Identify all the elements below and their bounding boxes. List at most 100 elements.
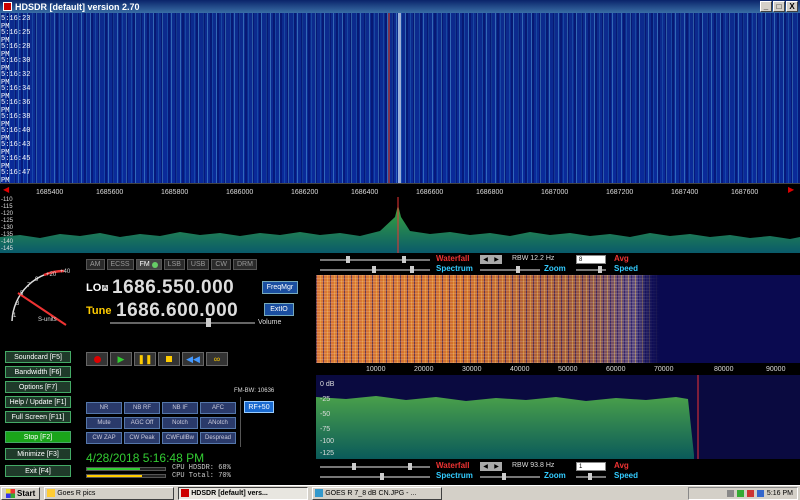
- record-button[interactable]: [86, 352, 108, 366]
- cw-fullbw-button[interactable]: CWFullBw: [162, 432, 198, 444]
- nb-if-button[interactable]: NB IF: [162, 402, 198, 414]
- af-spectrum[interactable]: 0 dB -25 -50 -75 -100 -125: [316, 375, 800, 459]
- af-db-label: -25: [320, 396, 331, 403]
- bandwidth-button[interactable]: Bandwidth [F6]: [5, 366, 71, 378]
- mode-drm-button[interactable]: DRM: [232, 259, 257, 270]
- slider-thumb[interactable]: [598, 266, 602, 273]
- af-zoom-slider[interactable]: [480, 476, 540, 478]
- exit-button[interactable]: Exit [F4]: [5, 465, 71, 477]
- slider-thumb[interactable]: [502, 473, 506, 480]
- volume-slider-track[interactable]: [110, 322, 255, 324]
- start-button[interactable]: Start: [1, 486, 41, 500]
- af-waterfall-slider[interactable]: [320, 466, 430, 468]
- pause-button[interactable]: ❚❚: [134, 352, 156, 366]
- frequency-ruler[interactable]: ◀ ▶ 1685400 1685600 1685800 1686000 1686…: [0, 183, 800, 197]
- waterfall-contrast-slider[interactable]: [320, 259, 430, 261]
- rf-spectrum[interactable]: -110 -115 -120 -125 -130 -135 -140 -145: [0, 197, 800, 253]
- mute-button[interactable]: Mute: [86, 417, 122, 429]
- af-waterfall-arrows[interactable]: ◀ ▶: [480, 462, 502, 471]
- slider-thumb[interactable]: [352, 463, 356, 470]
- db-label: -130: [1, 225, 14, 231]
- slider-thumb[interactable]: [410, 266, 414, 273]
- tray-clock[interactable]: 5:16 PM: [767, 490, 793, 497]
- af-waterfall-label: Waterfall: [436, 461, 470, 470]
- lo-badge[interactable]: A: [102, 285, 109, 291]
- af-waterfall[interactable]: [316, 275, 800, 363]
- tray-network-icon[interactable]: [726, 490, 734, 497]
- agc-off-button[interactable]: AGC Off: [124, 417, 160, 429]
- left-arrow-icon[interactable]: ◀: [483, 463, 488, 470]
- zoom-slider[interactable]: [480, 269, 540, 271]
- scroll-left-icon[interactable]: ◀: [3, 185, 9, 194]
- taskbar-item-goes-r-pics[interactable]: Goes R pics: [44, 486, 175, 500]
- left-arrow-icon[interactable]: ◀: [483, 256, 488, 263]
- tune-frequency[interactable]: 1686.600.000: [116, 300, 238, 322]
- af-spectrum-slider[interactable]: [320, 476, 430, 478]
- af-tick-label: 70000: [654, 366, 674, 373]
- waterfall-arrows[interactable]: ◀ ▶: [480, 255, 502, 264]
- cw-peak-button[interactable]: CW Peak: [124, 432, 160, 444]
- stop-playback-button[interactable]: [158, 352, 180, 366]
- cpu-total-bar: [86, 474, 166, 478]
- mode-ecss-button[interactable]: ECSS: [106, 259, 134, 270]
- cw-zap-button[interactable]: CW ZAP: [86, 432, 122, 444]
- minimize-button[interactable]: _: [760, 1, 772, 12]
- despread-button[interactable]: Despread: [200, 432, 236, 444]
- record-icon: [93, 355, 101, 363]
- pause-icon: ❚❚: [137, 353, 153, 364]
- tray-volume-icon[interactable]: [756, 490, 764, 497]
- slider-thumb[interactable]: [346, 256, 350, 263]
- af-tick-label: 30000: [462, 366, 482, 373]
- cpu-hdsdr-bar: [86, 467, 166, 471]
- slider-thumb[interactable]: [380, 473, 384, 480]
- freq-tick-label: 1687000: [541, 189, 569, 196]
- close-button[interactable]: X: [786, 1, 798, 12]
- mode-cw-button[interactable]: CW: [211, 259, 231, 270]
- db-label: -145: [1, 246, 14, 252]
- mode-am-button[interactable]: AM: [86, 259, 105, 270]
- taskbar-item-goes-jpg[interactable]: GOES R 7_8 dB CN.JPG - ...: [312, 486, 443, 500]
- play-button[interactable]: ▶: [110, 352, 132, 366]
- slider-thumb[interactable]: [408, 463, 412, 470]
- nr-button[interactable]: NR: [86, 402, 122, 414]
- tray-app-icon[interactable]: [746, 490, 754, 497]
- right-arrow-icon[interactable]: ▶: [494, 463, 499, 470]
- slider-thumb[interactable]: [372, 266, 376, 273]
- rewind-button[interactable]: ◀◀: [182, 352, 204, 366]
- anotch-button[interactable]: ANotch: [200, 417, 236, 429]
- loop-button[interactable]: ∞: [206, 352, 228, 366]
- volume-slider-thumb[interactable]: [206, 318, 211, 327]
- maximize-button[interactable]: □: [773, 1, 785, 12]
- af-db-label: -125: [320, 450, 335, 457]
- rf-waterfall[interactable]: 5:16:23 PM 5:16:25 PM 5:16:28 PM 5:16:30…: [0, 13, 800, 185]
- mode-usb-button[interactable]: USB: [186, 259, 210, 270]
- taskbar-item-hdsdr[interactable]: HDSDR [default] vers...: [178, 486, 309, 500]
- stop-button[interactable]: Stop [F2]: [5, 431, 71, 443]
- soundcard-button[interactable]: Soundcard [F5]: [5, 351, 71, 363]
- s-scale-label: +20: [46, 272, 57, 278]
- scroll-right-icon[interactable]: ▶: [788, 185, 794, 194]
- afc-button[interactable]: AFC: [200, 402, 236, 414]
- rbw-select[interactable]: 8: [576, 255, 606, 264]
- control-panel: 1 3 5 7 9 +20 +40 S-units AM ECSS FM LSB…: [0, 253, 316, 485]
- extio-button[interactable]: ExtIO: [264, 303, 294, 316]
- notch-button[interactable]: Notch: [162, 417, 198, 429]
- nb-rf-button[interactable]: NB RF: [124, 402, 160, 414]
- mode-fm-button[interactable]: FM: [135, 259, 162, 270]
- freq-manager-button[interactable]: FreqMgr: [262, 281, 298, 294]
- mode-lsb-button[interactable]: LSB: [163, 259, 185, 270]
- af-rbw-select[interactable]: 1: [576, 462, 606, 471]
- slider-thumb[interactable]: [402, 256, 406, 263]
- tray-app-icon[interactable]: [736, 490, 744, 497]
- right-arrow-icon[interactable]: ▶: [494, 256, 499, 263]
- help-update-button[interactable]: Help / Update [F1]: [5, 396, 71, 408]
- rf-plus-button[interactable]: RF+50: [244, 401, 274, 413]
- folder-icon: [47, 489, 56, 497]
- options-button[interactable]: Options [F7]: [5, 381, 71, 393]
- slider-thumb[interactable]: [516, 266, 520, 273]
- slider-thumb[interactable]: [588, 473, 592, 480]
- full-screen-button[interactable]: Full Screen [F11]: [5, 411, 71, 423]
- cpu-total-label: CPU Total: 70%: [172, 472, 231, 480]
- minimize-app-button[interactable]: Minimize [F3]: [5, 448, 71, 460]
- lo-frequency[interactable]: 1686.550.000: [112, 277, 234, 299]
